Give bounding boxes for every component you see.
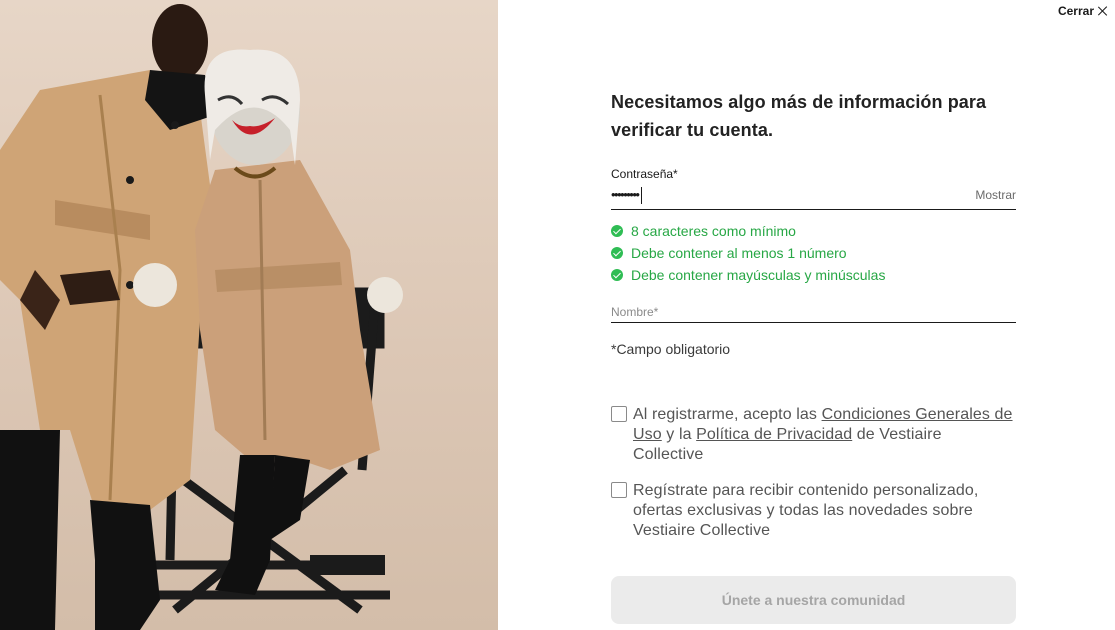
rule-item: 8 caracteres como mínimo: [611, 220, 1016, 242]
name-field: [611, 302, 1016, 323]
form-heading: Necesitamos algo más de información para…: [611, 92, 987, 140]
password-value: •••••••••: [611, 187, 640, 202]
close-button[interactable]: Cerrar: [1058, 4, 1108, 18]
name-input[interactable]: [611, 302, 1016, 322]
password-field: Contraseña* ••••••••• Mostrar: [611, 167, 1016, 210]
check-circle-icon: [611, 225, 623, 237]
terms-consent: Al registrarme, acepto las Condiciones G…: [611, 405, 1016, 465]
check-circle-icon: [611, 269, 623, 281]
signup-page: Cerrar Necesitamos algo más de informaci…: [0, 0, 1115, 630]
close-icon: [1098, 6, 1108, 16]
rule-text: Debe contener al menos 1 número: [631, 245, 847, 261]
close-label: Cerrar: [1057, 4, 1094, 18]
text-caret: [641, 186, 643, 204]
password-rules: 8 caracteres como mínimo Debe contener a…: [611, 220, 1016, 286]
rule-item: Debe contener mayúsculas y minúsculas: [611, 264, 1016, 286]
signup-form: Necesitamos algo más de información para…: [611, 88, 1016, 557]
required-note: *Campo obligatorio: [611, 341, 731, 357]
privacy-policy-link[interactable]: Política de Privacidad: [696, 426, 852, 443]
rule-item: Debe contener al menos 1 número: [611, 242, 1016, 264]
form-panel: Cerrar Necesitamos algo más de informaci…: [498, 0, 1115, 630]
terms-prefix: Al registrarme, acepto las: [633, 406, 822, 423]
newsletter-text: Regístrate para recibir contenido person…: [633, 482, 979, 539]
newsletter-checkbox[interactable]: [611, 482, 627, 498]
join-community-button[interactable]: Únete a nuestra comunidad: [611, 576, 1016, 624]
hero-image: [0, 0, 498, 630]
show-password-button[interactable]: Mostrar: [975, 188, 1016, 202]
rule-text: Debe contener mayúsculas y minúsculas: [631, 267, 886, 283]
terms-text: Al registrarme, acepto las Condiciones G…: [633, 405, 1016, 465]
consents: Al registrarme, acepto las Condiciones G…: [611, 405, 1016, 541]
newsletter-consent: Regístrate para recibir contenido person…: [611, 481, 1016, 541]
fashion-models-illustration: [0, 4, 403, 630]
rule-text: 8 caracteres como mínimo: [631, 223, 796, 239]
terms-middle: y la: [661, 426, 697, 443]
terms-checkbox[interactable]: [611, 406, 627, 422]
password-input[interactable]: ••••••••• Mostrar: [611, 181, 1016, 210]
password-label: Contraseña*: [611, 167, 678, 181]
check-circle-icon: [611, 247, 623, 259]
